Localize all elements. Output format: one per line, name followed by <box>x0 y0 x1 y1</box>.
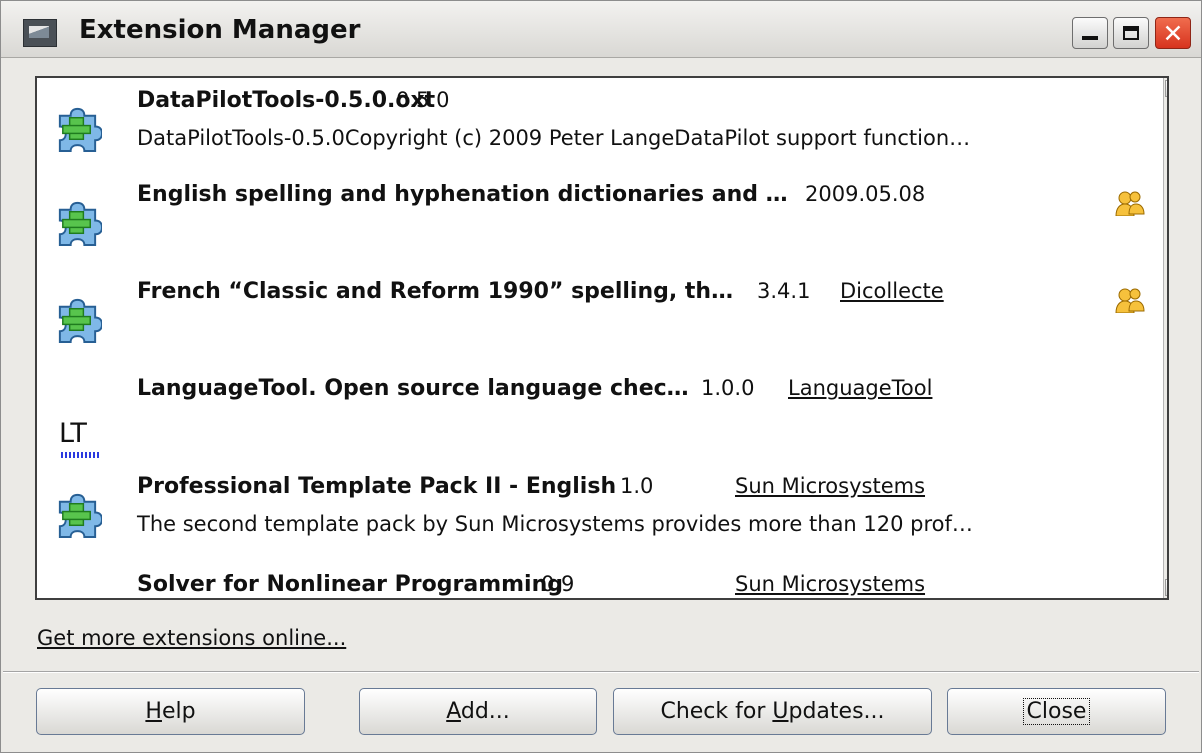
extension-puzzle-icon <box>53 490 103 539</box>
scroll-up-icon[interactable]: ▲ <box>1165 80 1167 97</box>
help-button[interactable]: Help <box>36 688 305 735</box>
maximize-button[interactable] <box>1113 17 1149 49</box>
extension-puzzle-icon <box>53 198 103 247</box>
extension-row[interactable]: English spelling and hyphenation diction… <box>37 172 1163 270</box>
extension-version: 0.9 <box>541 572 575 596</box>
extensions-list[interactable]: DataPilotTools-0.5.0.oxt 0.5.0 DataPilotTo… <box>35 76 1169 600</box>
extension-description: DataPilotTools-0.5.0Copyright (c) 2009 P… <box>137 126 971 150</box>
extension-name: French “Classic and Reform 1990” spellin… <box>137 279 734 304</box>
extension-row[interactable]: LT LanguageTool. Open source language che… <box>37 366 1163 465</box>
close-window-button[interactable]: ✕ <box>1155 17 1191 49</box>
extension-version: 2009.05.08 <box>805 182 926 206</box>
extension-publisher-link[interactable]: LanguageTool <box>788 376 932 400</box>
check-for-updates-button[interactable]: Check for Updates... <box>613 688 932 735</box>
extension-name: Solver for Nonlinear Programming <box>137 572 564 597</box>
extension-row[interactable]: French “Classic and Reform 1990” spellin… <box>37 269 1163 367</box>
extension-row[interactable]: DataPilotTools-0.5.0.oxt 0.5.0 DataPilotTo… <box>37 78 1163 173</box>
shared-extension-icon <box>1115 287 1145 314</box>
extension-puzzle-icon <box>53 295 103 344</box>
app-icon <box>23 19 57 47</box>
scroll-down-icon[interactable]: ▼ <box>1165 579 1167 596</box>
shared-extension-icon <box>1115 190 1145 217</box>
maximize-icon <box>1123 26 1139 40</box>
extension-row[interactable]: Solver for Nonlinear Programming 0.9 Sun M… <box>37 562 1163 598</box>
close-icon: ✕ <box>1162 18 1184 48</box>
extension-row[interactable]: Professional Template Pack II - English 1… <box>37 464 1163 563</box>
minimize-icon <box>1082 36 1098 40</box>
extension-name: English spelling and hyphenation diction… <box>137 182 788 207</box>
add-button[interactable]: Add... <box>359 688 597 735</box>
extension-publisher-link[interactable]: Sun Microsystems <box>735 474 925 498</box>
extension-puzzle-icon <box>53 104 103 153</box>
extension-name: DataPilotTools-0.5.0.oxt <box>137 88 436 113</box>
minimize-button[interactable] <box>1072 17 1108 49</box>
extension-name: LanguageTool. Open source language chec… <box>137 376 689 401</box>
extension-publisher-link[interactable]: Dicollecte <box>840 279 944 303</box>
extension-description: The second template pack by Sun Microsys… <box>137 512 973 536</box>
separator <box>3 671 1199 673</box>
extension-version: 0.5.0 <box>396 88 450 112</box>
scroll-thumb[interactable] <box>1167 102 1169 394</box>
vertical-scrollbar[interactable]: ▲ ▼ <box>1163 78 1169 598</box>
languagetool-icon: LT <box>59 418 99 458</box>
extension-version: 3.4.1 <box>757 279 811 303</box>
title-bar[interactable]: Extension Manager ✕ <box>1 1 1201 58</box>
extension-version: 1.0.0 <box>701 376 755 400</box>
window-title: Extension Manager <box>79 15 361 45</box>
extension-version: 1.0 <box>620 474 654 498</box>
extension-manager-window: Extension Manager ✕ DataPilotTools-0.5.0… <box>0 0 1202 753</box>
get-more-extensions-link[interactable]: Get more extensions online... <box>37 626 346 650</box>
close-button[interactable]: Close <box>947 688 1166 735</box>
extension-name: Professional Template Pack II - English <box>137 474 617 499</box>
extension-publisher-link[interactable]: Sun Microsystems <box>735 572 925 596</box>
